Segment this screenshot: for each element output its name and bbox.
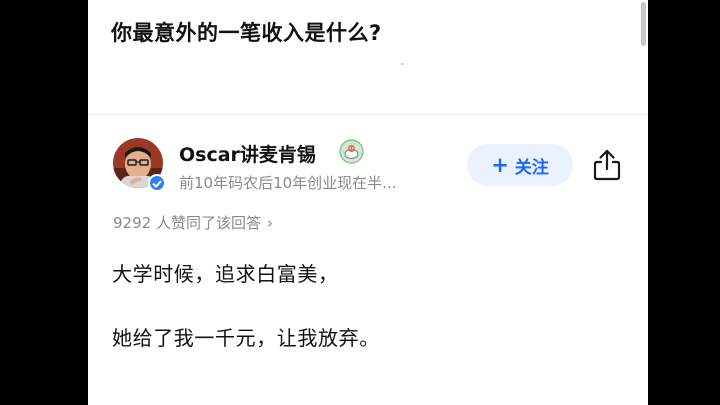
- author-name[interactable]: Oscar讲麦肯锡: [179, 140, 316, 167]
- plus-icon: +: [491, 152, 509, 177]
- divider-dot: [401, 63, 403, 65]
- follow-label: 关注: [514, 157, 549, 178]
- vote-count-link[interactable]: 9292 人赞同了该回答 ›: [113, 212, 273, 233]
- answer-screen: 你最意外的一笔收入是什么? Oscar讲麦肯锡 前10年码农后10年创业现在半.…: [88, 0, 648, 405]
- follow-button[interactable]: + 关注: [467, 144, 573, 186]
- scrollbar[interactable]: [641, 2, 646, 46]
- creator-badge-icon[interactable]: [339, 139, 364, 164]
- share-icon[interactable]: [591, 148, 623, 182]
- video-frame: 你最意外的一笔收入是什么? Oscar讲麦肯锡 前10年码农后10年创业现在半.…: [0, 0, 720, 405]
- question-title[interactable]: 你最意外的一笔收入是什么?: [111, 17, 382, 47]
- section-divider: [88, 114, 648, 115]
- answer-paragraph: 她给了我一千元，让我放弃。: [112, 326, 380, 350]
- author-bio: 前10年码农后10年创业现在半...: [179, 174, 397, 192]
- avatar[interactable]: [113, 138, 166, 192]
- vote-count-text: 9292 人赞同了该回答: [113, 214, 261, 232]
- chevron-right-icon: ›: [266, 213, 273, 232]
- verified-check-icon: [148, 174, 166, 192]
- answer-paragraph: 大学时候，追求白富美，: [112, 262, 339, 286]
